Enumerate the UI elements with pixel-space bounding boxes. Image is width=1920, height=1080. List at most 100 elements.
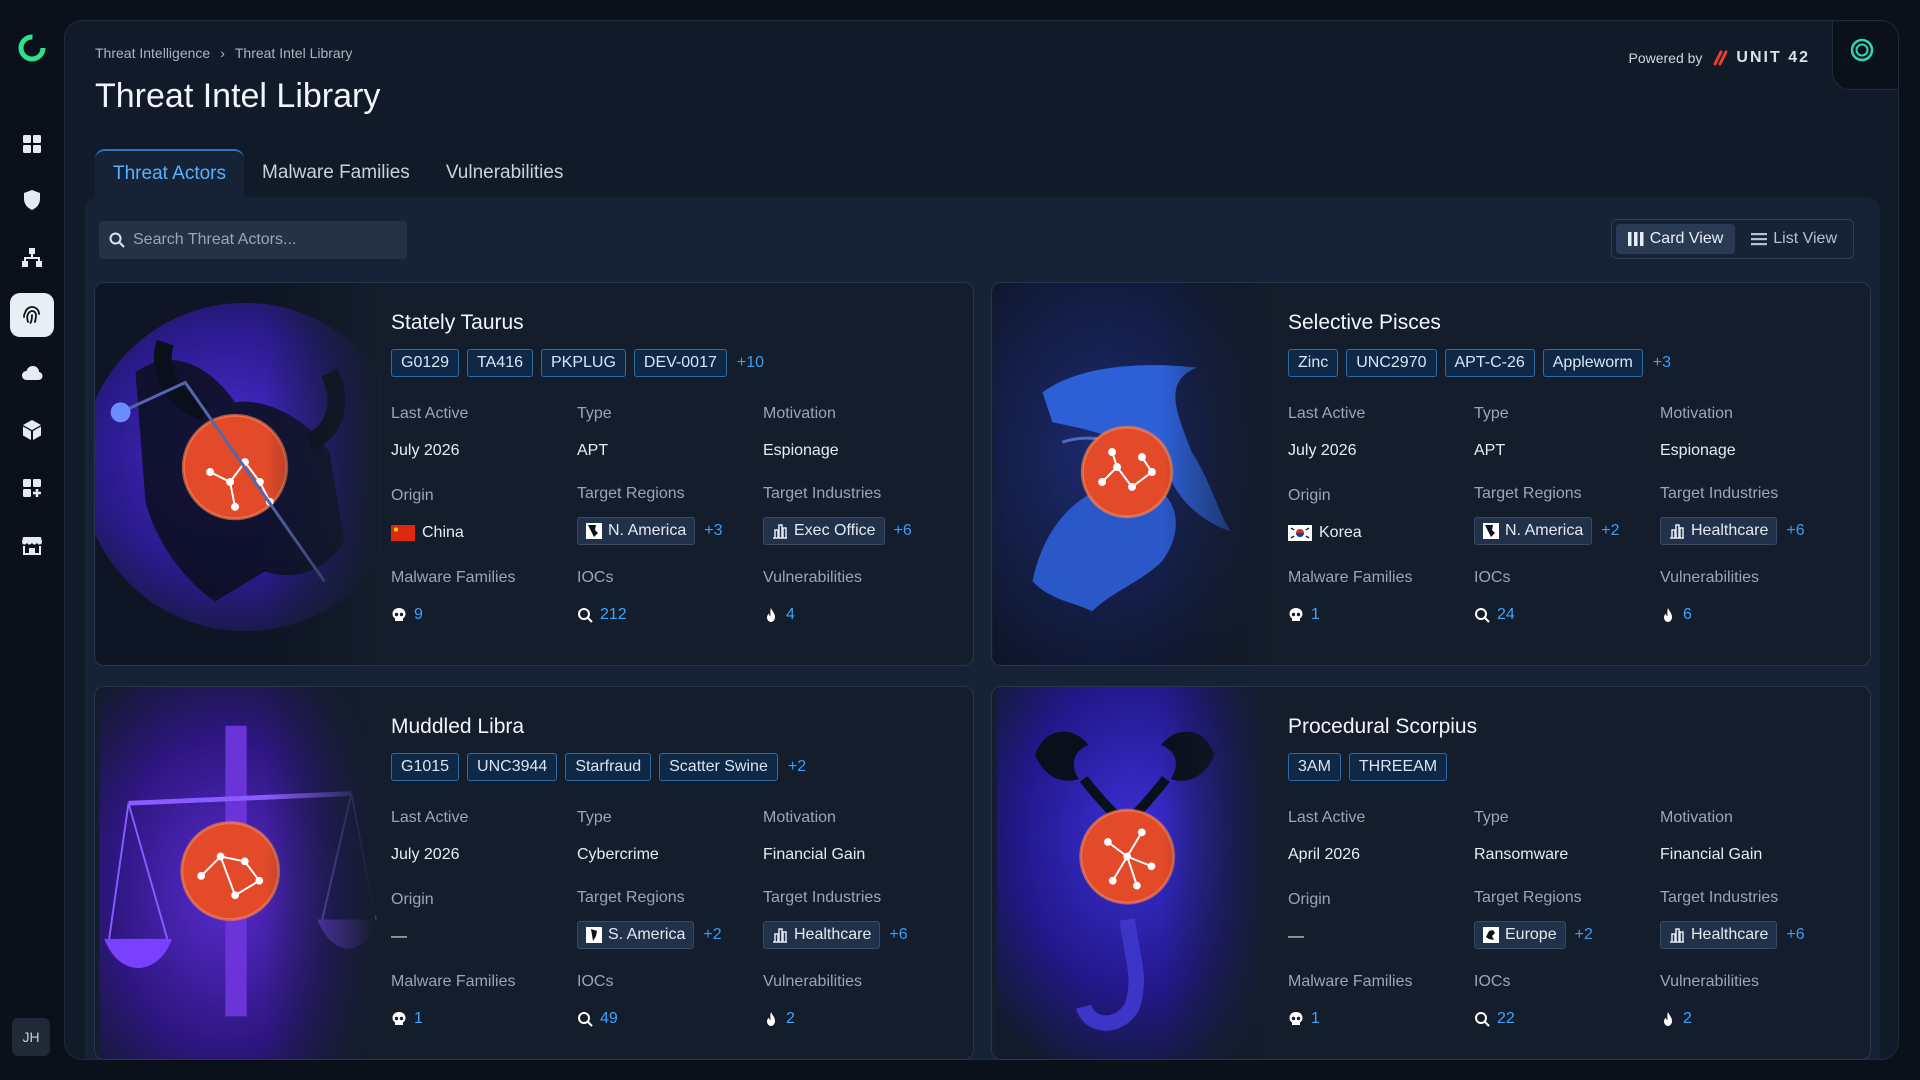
- vuln-count-value: 4: [786, 606, 795, 623]
- industry-chip[interactable]: Healthcare: [1660, 517, 1778, 545]
- last-active-value: July 2026: [391, 442, 460, 459]
- dashboard-icon[interactable]: [10, 122, 54, 166]
- malware-families-label: Malware Families: [1288, 973, 1413, 990]
- motivation-label: Motivation: [1660, 405, 1733, 422]
- card-view-button[interactable]: Card View: [1615, 224, 1736, 254]
- powered-by-label: Powered by: [1628, 50, 1703, 66]
- cube-icon[interactable]: [10, 408, 54, 452]
- app-logo-icon[interactable]: [18, 34, 46, 62]
- user-avatar[interactable]: JH: [12, 1018, 50, 1056]
- alias-more-count[interactable]: +3: [1653, 354, 1671, 372]
- actor-card-muddled-libra[interactable]: Muddled Libra G1015 UNC3944 Starfraud Sc…: [94, 686, 974, 1060]
- malware-count[interactable]: 1: [1288, 1005, 1474, 1033]
- alias-tag[interactable]: Appleworm: [1542, 349, 1643, 377]
- industry-chip[interactable]: Healthcare: [763, 921, 881, 949]
- flame-icon: [1664, 608, 1672, 622]
- alias-tag[interactable]: G0129: [391, 349, 460, 377]
- alias-tag[interactable]: UNC3944: [467, 753, 558, 781]
- alias-more-count[interactable]: +2: [788, 758, 806, 776]
- unit42-mark-icon: [1713, 50, 1728, 66]
- tab-vulnerabilities[interactable]: Vulnerabilities: [428, 149, 582, 197]
- malware-count[interactable]: 1: [1288, 601, 1474, 629]
- region-chip[interactable]: Europe: [1474, 921, 1566, 949]
- actor-card-procedural-scorpius[interactable]: Procedural Scorpius 3AM THREEAM Last Act…: [991, 686, 1871, 1060]
- ioc-count-value: 22: [1497, 1010, 1515, 1027]
- north-america-icon: [586, 523, 602, 539]
- industry-more-count[interactable]: +6: [894, 522, 912, 540]
- alias-tag[interactable]: Starfraud: [565, 753, 652, 781]
- industry-chip[interactable]: Exec Office: [763, 517, 885, 545]
- last-active-label: Last Active: [1288, 809, 1366, 826]
- alias-tag[interactable]: Scatter Swine: [659, 753, 778, 781]
- malware-families-label: Malware Families: [1288, 569, 1413, 586]
- alias-tag[interactable]: 3AM: [1288, 753, 1341, 781]
- vuln-count[interactable]: 6: [1660, 601, 1846, 629]
- alias-tag[interactable]: TA416: [467, 349, 533, 377]
- alias-tag[interactable]: UNC2970: [1346, 349, 1437, 377]
- industry-chip[interactable]: Healthcare: [1660, 921, 1778, 949]
- motivation-label: Motivation: [763, 405, 836, 422]
- add-widget-icon[interactable]: [10, 466, 54, 510]
- region-more-count[interactable]: +2: [703, 926, 721, 944]
- ioc-count-value: 212: [600, 606, 627, 623]
- alias-more-count[interactable]: +10: [737, 354, 764, 372]
- target-industries-label: Target Industries: [1660, 485, 1779, 502]
- magnifier-icon: [578, 1012, 593, 1027]
- ioc-count-value: 49: [600, 1010, 618, 1027]
- region-chip[interactable]: S. America: [577, 921, 695, 949]
- actor-name[interactable]: Procedural Scorpius: [1288, 715, 1848, 741]
- last-active-value: April 2026: [1288, 846, 1361, 863]
- actor-card-stately-taurus[interactable]: Stately Taurus G0129 TA416 PKPLUG DEV-00…: [94, 282, 974, 666]
- ioc-count[interactable]: 49: [577, 1005, 763, 1033]
- unit42-logo: UNIT 42: [1712, 49, 1810, 67]
- actor-details: Last Active July 2026 Type APT Motivation E…: [391, 405, 951, 651]
- actor-card-selective-pisces[interactable]: Selective Pisces Zinc UNC2970 APT-C-26 A…: [991, 282, 1871, 666]
- breadcrumb-item-threat-intelligence[interactable]: Threat Intelligence: [95, 45, 210, 61]
- tab-malware-families[interactable]: Malware Families: [244, 149, 428, 197]
- search-box[interactable]: [99, 221, 407, 259]
- ioc-count[interactable]: 22: [1474, 1005, 1660, 1033]
- shield-icon[interactable]: [10, 178, 54, 222]
- vuln-count[interactable]: 4: [763, 601, 949, 629]
- malware-count[interactable]: 1: [391, 1005, 577, 1033]
- region-chip[interactable]: N. America: [577, 517, 696, 545]
- alias-tag[interactable]: DEV-0017: [633, 349, 727, 377]
- alias-tag[interactable]: PKPLUG: [541, 349, 626, 377]
- vuln-count-value: 6: [1683, 606, 1692, 623]
- korea-flag-icon: [1288, 525, 1312, 541]
- malware-count[interactable]: 9: [391, 601, 577, 629]
- vuln-count[interactable]: 2: [763, 1005, 949, 1033]
- industry-more-count[interactable]: +6: [1786, 522, 1804, 540]
- building-icon: [1670, 928, 1684, 943]
- region-chip[interactable]: N. America: [1474, 517, 1593, 545]
- actor-name[interactable]: Selective Pisces: [1288, 311, 1848, 337]
- marketplace-icon[interactable]: [10, 523, 54, 567]
- alias-tag[interactable]: G1015: [391, 753, 460, 781]
- target-regions-value: Europe +2: [1474, 921, 1660, 949]
- tab-threat-actors[interactable]: Threat Actors: [95, 149, 244, 197]
- malware-count-value: 9: [414, 606, 423, 623]
- building-icon: [773, 524, 787, 539]
- cloud-icon[interactable]: [10, 351, 54, 395]
- actor-name[interactable]: Muddled Libra: [391, 715, 951, 741]
- region-more-count[interactable]: +3: [704, 522, 722, 540]
- assistant-icon[interactable]: [1848, 36, 1876, 64]
- region-text: N. America: [608, 522, 687, 539]
- industry-more-count[interactable]: +6: [1786, 926, 1804, 944]
- actor-name[interactable]: Stately Taurus: [391, 311, 951, 337]
- region-more-count[interactable]: +2: [1601, 522, 1619, 540]
- industry-more-count[interactable]: +6: [889, 926, 907, 944]
- search-input[interactable]: [133, 231, 393, 249]
- target-industries-value: Healthcare +6: [1660, 517, 1846, 545]
- ioc-count[interactable]: 212: [577, 601, 763, 629]
- list-view-button[interactable]: List View: [1739, 224, 1849, 254]
- network-icon[interactable]: [10, 236, 54, 280]
- alias-tag[interactable]: APT-C-26: [1444, 349, 1535, 377]
- vuln-count[interactable]: 2: [1660, 1005, 1846, 1033]
- region-more-count[interactable]: +2: [1575, 926, 1593, 944]
- alias-tag[interactable]: THREEAM: [1348, 753, 1448, 781]
- alias-tag[interactable]: Zinc: [1288, 349, 1339, 377]
- fingerprint-icon[interactable]: [10, 293, 54, 337]
- magnifier-icon: [578, 608, 593, 623]
- ioc-count[interactable]: 24: [1474, 601, 1660, 629]
